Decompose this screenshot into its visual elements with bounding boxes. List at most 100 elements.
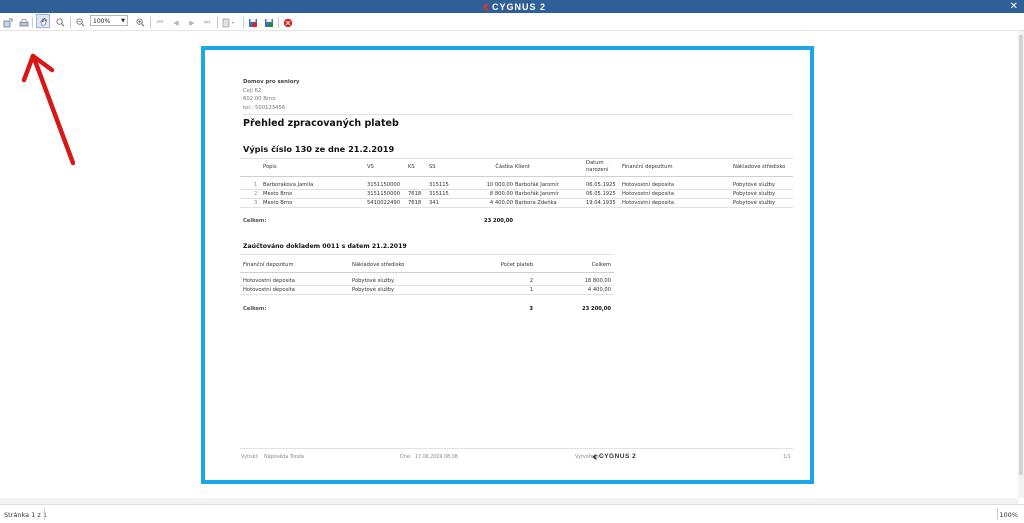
app-logo: CYGNUS 2 [482, 1, 546, 12]
col-vs: VS [367, 164, 374, 170]
footer-divider [240, 448, 793, 449]
col-fin: Finanční depozitum [622, 164, 673, 170]
close-preview-button[interactable] [283, 16, 293, 29]
cell-popis: Mesto Brno [263, 200, 293, 206]
cell-vs: 5410022490 [367, 200, 401, 206]
print-icon [19, 18, 29, 26]
toolbar [0, 13, 1024, 31]
cell-klient: Barbořák Jaromír [515, 191, 559, 197]
cell-pocet: 2 [529, 278, 533, 284]
row-number: 3 [254, 200, 258, 206]
status-zoom[interactable]: 100% [999, 511, 1018, 519]
table-border [240, 176, 793, 177]
col2-pocet: Počet plateb [500, 262, 533, 268]
cell-datum: 06.05.1925 [586, 191, 616, 197]
table2-total: 23 200,00 [581, 306, 611, 312]
cell-fin: Hotovostní deposita [243, 287, 295, 293]
close-preview-icon [283, 18, 293, 27]
table1-total: 23 200,00 [483, 218, 513, 224]
org-name: Domov pro seniory [243, 79, 300, 85]
row-divider [240, 207, 793, 208]
save-pdf-button[interactable] [248, 16, 258, 29]
zoom-select-value: 100% [93, 18, 111, 25]
prev-page-icon[interactable]: ◀ [172, 16, 180, 29]
cell-nakl: Pobytové služby [352, 287, 395, 293]
col2-celkem: Celkem [591, 262, 611, 268]
hand-tool-button[interactable] [36, 14, 50, 28]
cell-nakl: Pobytové služby [733, 182, 776, 188]
col2-fin: Finanční depozitum [243, 262, 294, 268]
table1-total-label: Celkem: [243, 218, 267, 224]
cell-castka: 4 400,00 [489, 200, 513, 206]
first-page-icon[interactable]: ⏮ [156, 16, 164, 29]
status-bar: Stránka 1 z 1 100% [0, 504, 1024, 523]
cell-popis: Barborakova Jamila [263, 182, 314, 188]
cell-nakl: Pobytové služby [352, 278, 395, 284]
cell-ss: 315115 [429, 191, 449, 197]
app-brand-text: CYGNUS 2 [492, 1, 547, 12]
col-klient: Klient [515, 164, 530, 170]
layout-icon [222, 18, 234, 27]
toolbar-separator [150, 17, 151, 28]
report-subtitle: Výpis číslo 130 ze dne 21.2.2019 [243, 144, 395, 154]
col2-nakl: Nákladové středisko [352, 262, 405, 268]
cell-datum: 06.05.1925 [586, 182, 616, 188]
cell-klient: Barbořák Jaromír [515, 182, 559, 188]
cell-nakl: Pobytové služby [733, 200, 776, 206]
cell-fin: Hotovostní deposita [622, 200, 674, 206]
zoom-in-icon [55, 18, 64, 27]
page-layout-button[interactable] [222, 16, 236, 29]
col-popis: Popis [263, 164, 277, 170]
save-pdf-icon [249, 18, 257, 27]
organization-block: Domov pro seniory Cejl 62 602 00 Brno te… [243, 78, 299, 112]
zoom-in-button[interactable] [135, 16, 145, 29]
last-page-icon[interactable]: ⏭ [203, 16, 211, 29]
save-file-button[interactable] [264, 16, 274, 29]
toolbar-separator [70, 17, 71, 28]
cell-vs: 3151150000 [367, 182, 401, 188]
table-border [240, 272, 614, 273]
cell-ss: 315115 [429, 182, 449, 188]
table2-total-count: 3 [529, 306, 533, 312]
row-divider [240, 198, 793, 199]
cell-ks: 7618 [408, 200, 422, 206]
row-divider [240, 189, 793, 190]
export-button[interactable] [3, 16, 13, 29]
print-button[interactable] [19, 16, 29, 29]
col-datum: Datum [586, 160, 604, 166]
cell-klient: Barbora Zdeňka [515, 200, 557, 206]
cell-pocet: 1 [529, 287, 533, 293]
footer-logo: CYGNUS 2 [592, 453, 636, 460]
cell-nakl: Pobytové služby [733, 191, 776, 197]
hand-icon [40, 17, 47, 25]
col-ks: KS [408, 164, 415, 170]
divider [243, 114, 793, 115]
cell-celkem: 18 800,00 [584, 278, 611, 284]
cell-ss: 341 [429, 200, 439, 206]
cell-castka: 10 000,00 [486, 182, 513, 188]
footer-date: 17.06.2019 08:08 [415, 455, 458, 460]
footer-page: 1/1 [783, 455, 791, 460]
org-city: 602 00 Brno [243, 96, 276, 102]
cell-fin: Hotovostní deposita [622, 191, 674, 197]
vertical-scrollbar[interactable] [1018, 31, 1024, 498]
org-street: Cejl 62 [243, 87, 262, 94]
col-nakl: Nákladové středisko [733, 164, 786, 170]
zoom-out-button[interactable] [75, 16, 85, 29]
row-divider [240, 285, 614, 286]
cell-castka: 8 800,00 [489, 191, 513, 197]
zoom-button[interactable] [55, 16, 65, 29]
scrollbar-thumb[interactable] [1019, 35, 1023, 475]
status-page: Stránka 1 z 1 [4, 511, 47, 519]
window-close-button[interactable]: ✕ [1010, 0, 1018, 13]
table-border [240, 158, 793, 159]
cell-celkem: 4 400,00 [587, 287, 611, 293]
save-file-icon [265, 18, 273, 27]
zoom-select[interactable]: 100% ▼ [90, 15, 128, 26]
next-page-icon[interactable]: ▶ [188, 16, 196, 29]
toolbar-separator [217, 17, 218, 28]
cell-fin: Hotovostní deposita [622, 182, 674, 188]
report-page-highlight: Domov pro seniory Cejl 62 602 00 Brno te… [201, 46, 814, 484]
cygnus-logo-icon [482, 3, 490, 10]
footer-logo-text: CYGNUS 2 [599, 453, 637, 460]
